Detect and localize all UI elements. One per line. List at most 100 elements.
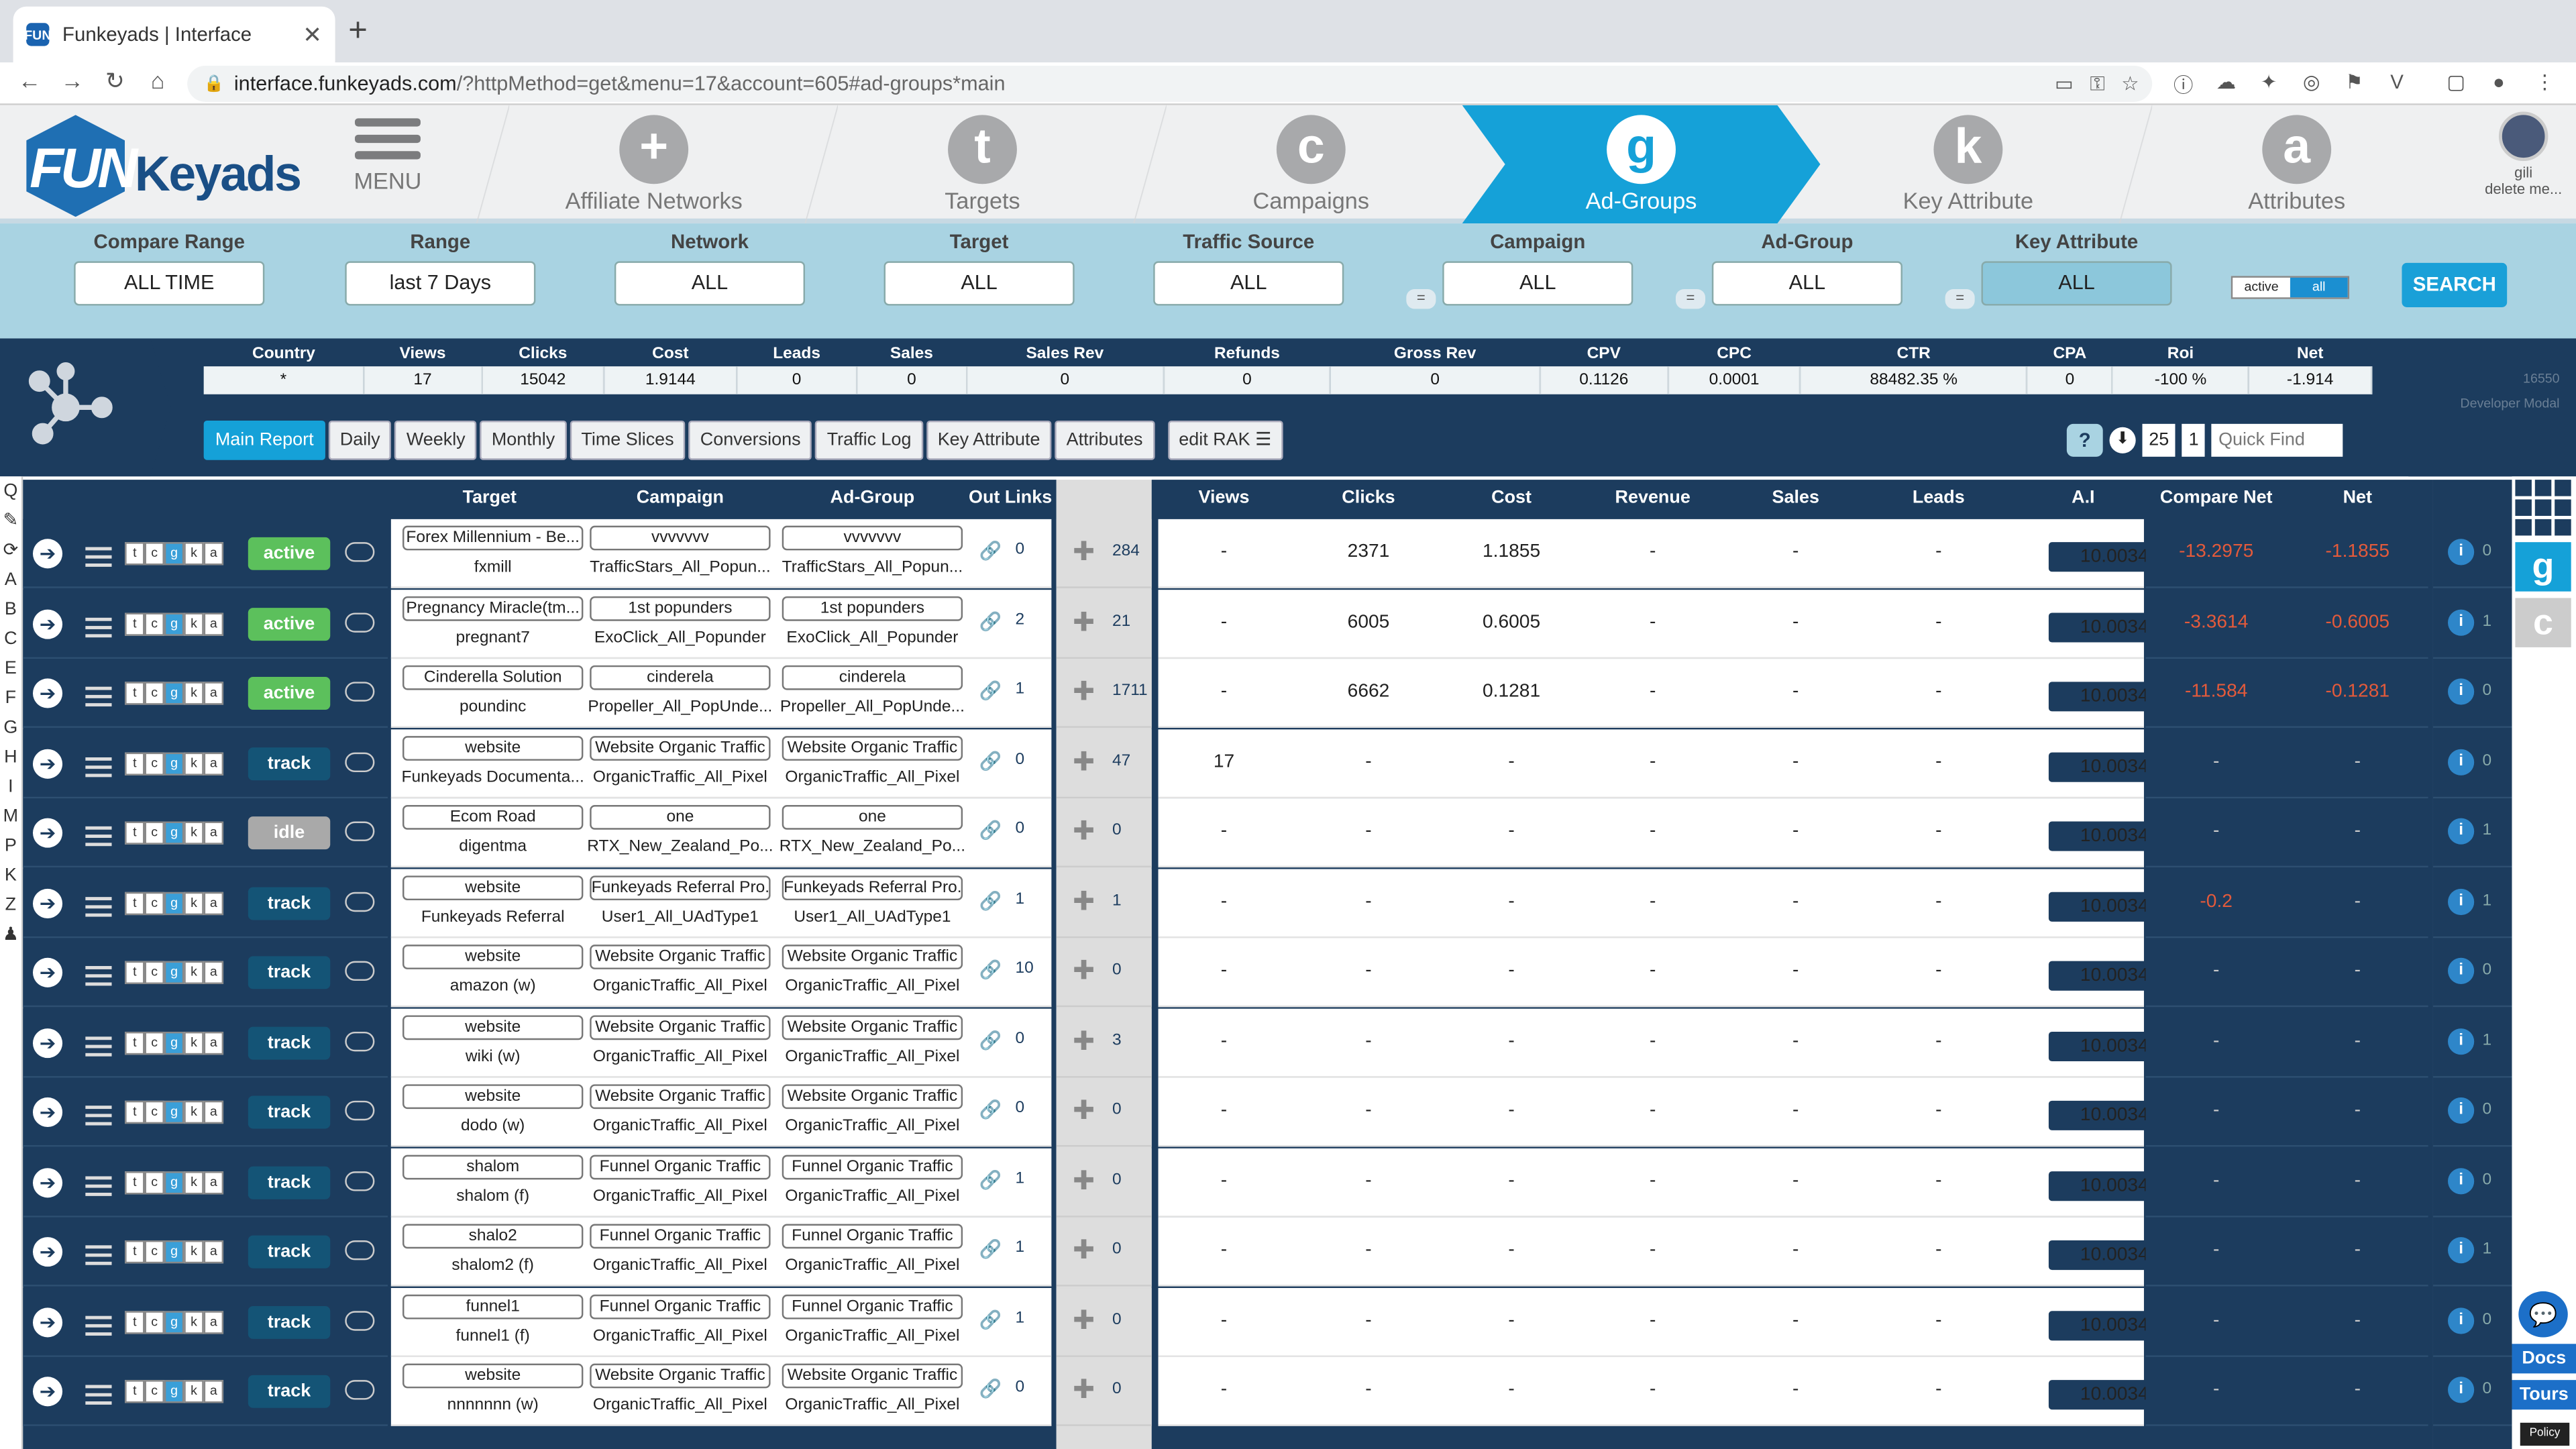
row-open-arrow-icon[interactable]: ➔ [32, 818, 63, 848]
letter-c-box[interactable]: c [144, 821, 164, 845]
tab-attributes[interactable]: Attributes [1055, 420, 1155, 460]
letter-c-box[interactable]: c [144, 1380, 164, 1403]
row-toggle[interactable] [345, 612, 375, 632]
target-box[interactable]: Cinderella Solution [402, 665, 584, 690]
key-attribute-select[interactable]: ALL [1981, 261, 2172, 306]
letter-k-box[interactable]: k [184, 542, 204, 566]
status-badge[interactable]: track [248, 1095, 331, 1129]
info-icon[interactable]: i [2448, 1237, 2475, 1264]
status-badge[interactable]: active [248, 537, 331, 570]
grid-view-icon[interactable] [2515, 480, 2571, 536]
letter-a-box[interactable]: a [203, 821, 224, 845]
target-box[interactable]: funnel1 [402, 1293, 584, 1319]
letter-c-box[interactable]: c [144, 1100, 164, 1124]
add-icon[interactable]: ✚ [1073, 1373, 1095, 1406]
target-box[interactable]: Ecom Road [402, 805, 584, 830]
target-box[interactable]: website [402, 735, 584, 760]
target-box[interactable]: website [402, 1084, 584, 1110]
letter-t-box[interactable]: t [125, 542, 145, 566]
link-icon[interactable]: 🔗 [979, 890, 1002, 911]
campaign-box[interactable]: Funnel Organic Traffic [590, 1154, 771, 1179]
status-badge[interactable]: active [248, 606, 331, 640]
letter-a-box[interactable]: a [203, 1170, 224, 1194]
info-icon[interactable]: i [2448, 888, 2475, 914]
letter-a-box[interactable]: a [203, 751, 224, 775]
nav-key-attribute[interactable]: k Key Attribute [1804, 105, 2133, 223]
rail-ad-groups-button[interactable]: g [2515, 542, 2571, 592]
tab-main-report[interactable]: Main Report [203, 420, 325, 460]
campaign-box[interactable]: Funnel Organic Traffic [590, 1224, 771, 1249]
nav-targets[interactable]: t Targets [818, 105, 1147, 223]
row-toggle[interactable] [345, 1100, 375, 1121]
letter-g-box[interactable]: g [164, 891, 184, 914]
row-toggle[interactable] [345, 1310, 375, 1330]
chat-icon[interactable]: 💬 [2518, 1291, 2568, 1338]
col-compare-net[interactable]: Compare Net [2145, 488, 2287, 507]
row-open-arrow-icon[interactable]: ➔ [32, 608, 63, 639]
status-badge[interactable]: track [248, 1026, 331, 1059]
letter-c-box[interactable]: c [144, 1240, 164, 1264]
letter-a-box[interactable]: a [203, 612, 224, 635]
letter-a-box[interactable]: a [203, 961, 224, 984]
page-number-input[interactable]: 1 [2182, 423, 2206, 457]
info-icon[interactable]: i [2448, 748, 2475, 775]
user-menu[interactable]: gili delete me... [2477, 111, 2569, 197]
row-menu-icon[interactable] [85, 612, 112, 641]
info-icon[interactable]: i [2448, 818, 2475, 845]
per-page-input[interactable]: 25 [2142, 423, 2176, 457]
link-icon[interactable]: 🔗 [979, 959, 1002, 981]
range-select[interactable]: last 7 Days [345, 261, 536, 306]
col-cost[interactable]: Cost [1446, 488, 1577, 507]
col-leads[interactable]: Leads [1873, 488, 2004, 507]
row-menu-icon[interactable] [85, 1031, 112, 1061]
tours-button[interactable]: Tours [2512, 1380, 2576, 1410]
row-open-arrow-icon[interactable]: ➔ [32, 1027, 63, 1057]
row-toggle[interactable] [345, 682, 375, 702]
status-badge[interactable]: track [248, 1375, 331, 1408]
status-badge[interactable]: track [248, 886, 331, 920]
ad-group-box[interactable]: Funnel Organic Traffic [782, 1154, 963, 1179]
nav-campaigns[interactable]: c Campaigns [1146, 105, 1475, 223]
row-menu-icon[interactable] [85, 822, 112, 851]
letter-c-box[interactable]: c [144, 1030, 164, 1055]
letter-g-box[interactable]: g [164, 1170, 184, 1194]
letter-g-box[interactable]: g [164, 542, 184, 566]
link-icon[interactable]: 🔗 [979, 541, 1002, 561]
letter-t-box[interactable]: t [125, 1100, 145, 1124]
letter-k-box[interactable]: k [184, 891, 204, 914]
ad-group-box[interactable]: Funkeyads Referral Pro... [782, 875, 963, 900]
equals-toggle[interactable]: = [1406, 289, 1436, 309]
letter-t-box[interactable]: t [125, 891, 145, 914]
equals-toggle[interactable]: = [1675, 289, 1706, 309]
campaign-box[interactable]: vvvvvvv [590, 525, 771, 551]
row-open-arrow-icon[interactable]: ➔ [32, 748, 63, 778]
tab-weekly[interactable]: Weekly [394, 420, 477, 460]
letter-a-box[interactable]: a [203, 1380, 224, 1403]
forward-icon[interactable]: → [56, 67, 89, 93]
campaign-box[interactable]: one [590, 805, 771, 830]
row-open-arrow-icon[interactable]: ➔ [32, 1167, 63, 1197]
col-revenue[interactable]: Revenue [1587, 488, 1719, 507]
info-icon[interactable]: i [2448, 1307, 2475, 1334]
letter-g-box[interactable]: g [164, 1380, 184, 1403]
col-clicks[interactable]: Clicks [1303, 488, 1434, 507]
campaign-box[interactable]: Funkeyads Referral Pro... [590, 875, 771, 900]
link-icon[interactable]: 🔗 [979, 610, 1002, 631]
letter-a-box[interactable]: a [203, 1030, 224, 1055]
letter-k-box[interactable]: k [184, 612, 204, 635]
row-open-arrow-icon[interactable]: ➔ [32, 539, 63, 569]
ad-group-box[interactable]: Funnel Organic Traffic [782, 1293, 963, 1319]
ad-group-box[interactable]: Website Organic Traffic [782, 1014, 963, 1039]
letter-k-box[interactable]: k [184, 1240, 204, 1264]
letter-c-box[interactable]: c [144, 1170, 164, 1194]
row-toggle[interactable] [345, 1240, 375, 1260]
letter-a-box[interactable]: a [203, 682, 224, 705]
letter-k-box[interactable]: k [184, 961, 204, 984]
status-badge[interactable]: active [248, 676, 331, 710]
add-icon[interactable]: ✚ [1073, 605, 1095, 638]
edit-rak-button[interactable]: edit RAK ☰ [1167, 420, 1283, 460]
row-toggle[interactable] [345, 1030, 375, 1051]
status-badge[interactable]: track [248, 956, 331, 989]
toggle-active[interactable]: active [2233, 278, 2290, 297]
letter-c-box[interactable]: c [144, 612, 164, 635]
